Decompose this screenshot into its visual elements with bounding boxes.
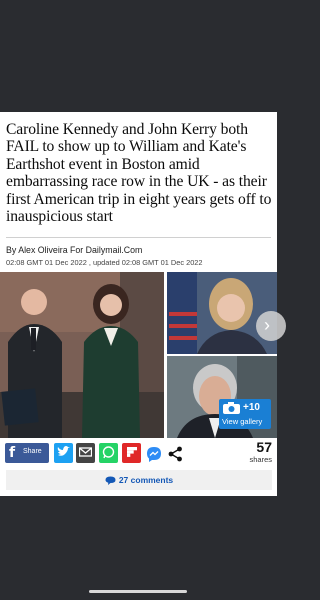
woman-portrait-image xyxy=(167,272,277,354)
gallery-label: View gallery xyxy=(222,417,263,426)
flipboard-icon xyxy=(126,447,137,457)
top-dark-bar xyxy=(0,0,277,112)
article-byline: By Alex Oliveira For Dailymail.Com xyxy=(6,245,143,255)
twitter-icon xyxy=(57,446,70,456)
whatsapp-icon xyxy=(102,446,115,459)
comment-bubble-icon xyxy=(105,476,116,486)
main-photo[interactable] xyxy=(0,272,164,438)
facebook-icon: f xyxy=(9,445,16,461)
article-headline: Caroline Kennedy and John Kerry both FAI… xyxy=(6,121,272,226)
share-toolbar: f Share xyxy=(5,443,273,465)
home-indicator[interactable] xyxy=(89,590,187,593)
facebook-share-button[interactable]: f Share xyxy=(5,443,49,463)
messenger-icon xyxy=(147,447,161,462)
flipboard-share-button[interactable] xyxy=(122,443,141,463)
messenger-share-button[interactable] xyxy=(145,443,163,463)
couple-photo-image xyxy=(0,272,164,438)
view-gallery-button[interactable]: +10 View gallery xyxy=(219,399,271,429)
comments-link[interactable]: 27 comments xyxy=(6,470,272,490)
whatsapp-share-button[interactable] xyxy=(99,443,118,463)
camera-icon xyxy=(223,402,240,414)
chevron-right-icon: › xyxy=(264,315,270,335)
flag-pattern xyxy=(167,272,197,354)
bottom-dark-bar xyxy=(0,496,277,600)
side-photo-top[interactable] xyxy=(167,272,277,354)
email-share-button[interactable] xyxy=(76,443,95,463)
mail-icon xyxy=(79,447,92,457)
comments-label: 27 comments xyxy=(118,475,174,485)
share-nodes-icon xyxy=(168,446,182,462)
more-share-button[interactable] xyxy=(167,443,183,463)
twitter-share-button[interactable] xyxy=(54,443,73,463)
share-count-label: shares xyxy=(249,455,272,464)
next-photo-button[interactable]: › xyxy=(256,311,286,341)
headline-divider xyxy=(6,237,271,238)
share-count: 57 shares xyxy=(238,439,272,465)
article-dates: 02:08 GMT 01 Dec 2022 , updated 02:08 GM… xyxy=(6,258,203,267)
gallery-count: +10 xyxy=(243,402,260,413)
share-count-number: 57 xyxy=(256,439,272,455)
facebook-share-label: Share xyxy=(23,448,42,455)
